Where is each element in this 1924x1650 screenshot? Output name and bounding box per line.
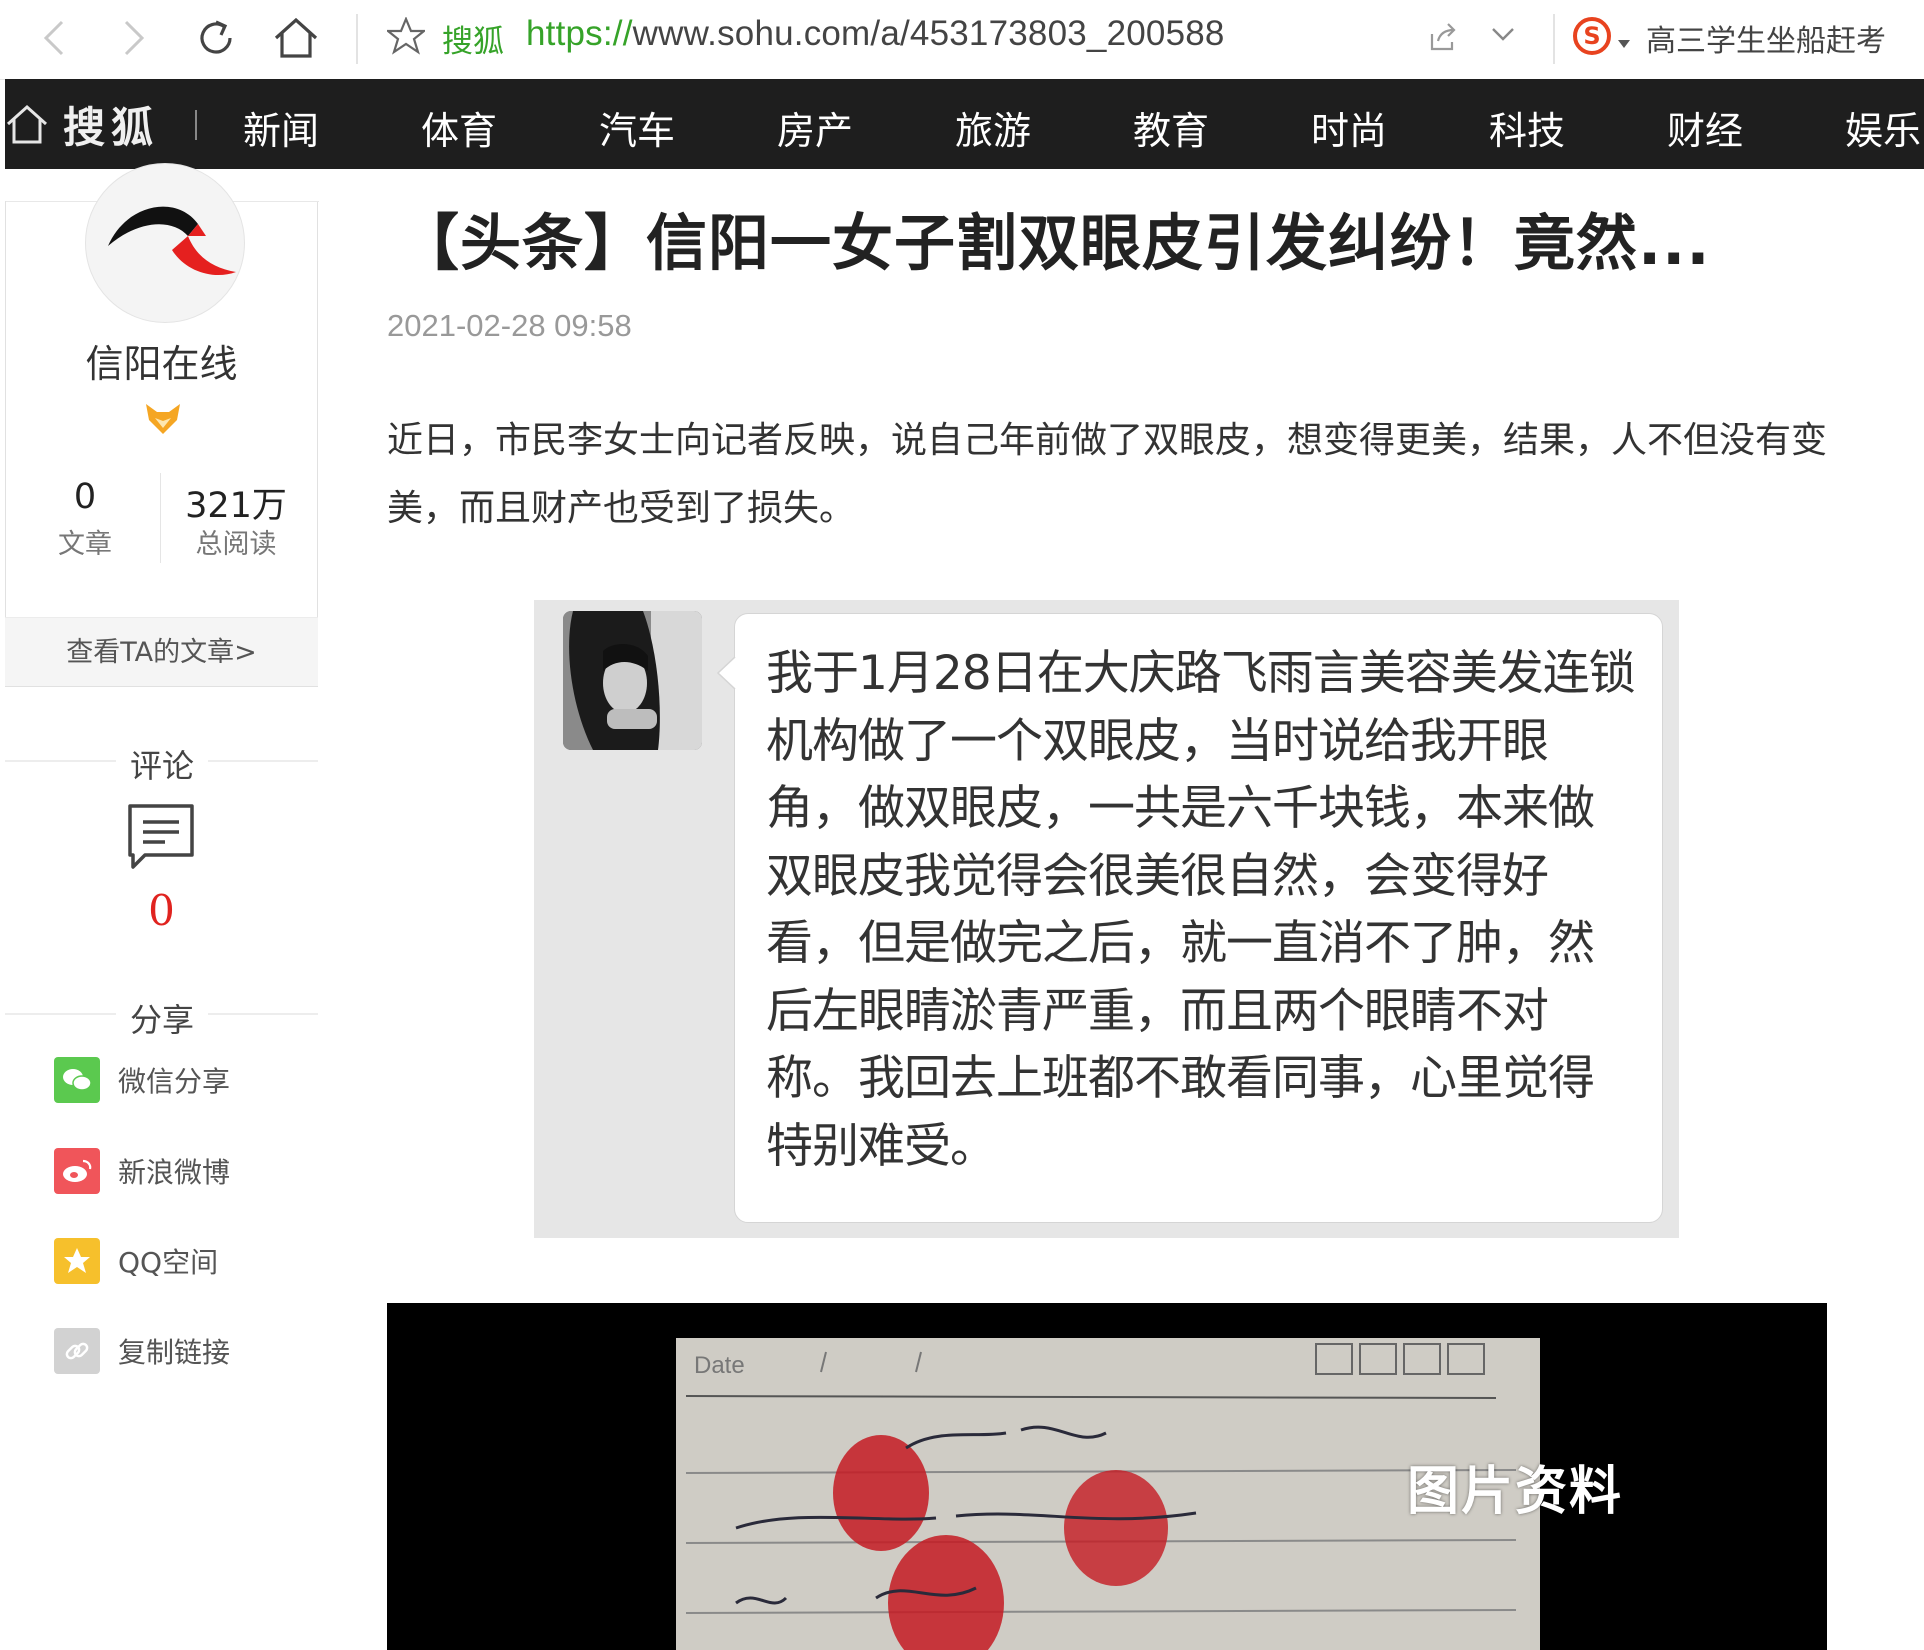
address-bar[interactable]: https://www.sohu.com/a/453173803_200588 <box>526 14 1225 54</box>
url-path: www.sohu.com/a/453173803_200588 <box>632 14 1225 53</box>
svg-text:S: S <box>1583 22 1600 50</box>
view-articles-link[interactable]: 查看TA的文章> <box>5 617 318 686</box>
share-qzone[interactable]: QQ空间 <box>54 1238 218 1284</box>
article-title: 【头条】信阳一女子割双眼皮引发纠纷！竟然... <box>398 208 1711 279</box>
nav-item-auto[interactable]: 汽车 <box>599 100 675 155</box>
photo-caption: 图片资料 <box>1407 1462 1624 1522</box>
logo-text: 搜狐 <box>63 102 160 152</box>
share-wechat[interactable]: 微信分享 <box>54 1057 230 1103</box>
nav-item-tech[interactable]: 科技 <box>1489 100 1565 155</box>
toolbar-separator <box>1553 14 1555 64</box>
nav-item-news[interactable]: 新闻 <box>243 100 319 155</box>
share-weibo-label: 新浪微博 <box>118 1156 231 1189</box>
reads-label: 总阅读 <box>195 529 277 560</box>
wechat-icon <box>54 1057 100 1103</box>
nav-item-fashion[interactable]: 时尚 <box>1311 100 1387 155</box>
back-icon[interactable] <box>22 6 86 70</box>
favorite-star-icon[interactable] <box>384 16 428 59</box>
nav-item-sports[interactable]: 体育 <box>421 100 497 155</box>
articles-count: 0 <box>73 477 97 517</box>
sogou-search-icon[interactable]: S <box>1572 16 1612 60</box>
agreement-photo: Date 图片资料 <box>387 1303 1827 1650</box>
nav-item-finance[interactable]: 财经 <box>1667 100 1743 155</box>
article-intro: 近日，市民李女士向记者反映，说自己年前做了双眼皮，想变得更美，结果，人不但没有变… <box>387 420 1828 529</box>
nav-item-entertainment[interactable]: 娱乐 <box>1845 100 1921 155</box>
chat-avatar-photo <box>563 611 702 750</box>
home-icon[interactable] <box>264 6 328 70</box>
reload-icon[interactable] <box>184 6 248 70</box>
search-query-text[interactable]: 高三学生坐船赶考 <box>1646 16 1886 60</box>
nav-item-travel[interactable]: 旅游 <box>955 100 1031 155</box>
logo-house-icon <box>6 104 48 144</box>
articles-label: 文章 <box>58 529 112 560</box>
share-copy-link-label: 复制链接 <box>118 1336 231 1369</box>
site-name-label: 搜狐 <box>442 24 504 60</box>
chat-message-text: 我于1月28日在大庆路飞雨言美容美发连锁机构做了一个双眼皮，当时说给我开眼角，做… <box>766 646 1636 1174</box>
reads-count: 321万 <box>185 486 287 526</box>
comments-title: 评论 <box>116 741 209 787</box>
nav-divider <box>195 110 197 140</box>
svg-text:Date: Date <box>694 1352 745 1379</box>
sohu-logo[interactable]: 搜狐 <box>5 96 159 152</box>
comment-count[interactable]: 0 <box>0 886 323 935</box>
fox-badge-icon <box>143 402 183 440</box>
weibo-icon <box>54 1148 100 1194</box>
site-nav-bar: 搜狐 新闻 体育 汽车 房产 旅游 教育 时尚 科技 财经 娱乐 <box>5 79 1924 169</box>
share-title: 分享 <box>116 995 209 1041</box>
link-icon <box>54 1328 100 1374</box>
share-page-icon[interactable] <box>1428 22 1458 56</box>
author-name[interactable]: 信阳在线 <box>0 333 323 388</box>
bubble-tail <box>716 656 736 693</box>
comment-icon[interactable] <box>127 803 195 875</box>
forward-icon[interactable] <box>102 6 166 70</box>
nav-item-education[interactable]: 教育 <box>1133 100 1209 155</box>
chevron-down-icon[interactable] <box>1491 26 1515 46</box>
url-protocol: https:// <box>526 14 633 53</box>
share-wechat-label: 微信分享 <box>118 1065 231 1098</box>
browser-toolbar: 搜狐 https://www.sohu.com/a/453173803_2005… <box>0 0 1924 80</box>
qzone-star-icon <box>54 1238 100 1284</box>
search-engine-caret-icon[interactable] <box>1617 34 1631 53</box>
avatar[interactable] <box>85 163 245 323</box>
toolbar-separator <box>356 14 358 64</box>
share-qzone-label: QQ空间 <box>118 1246 219 1279</box>
share-weibo[interactable]: 新浪微博 <box>54 1148 230 1194</box>
publish-time: 2021-02-28 09:58 <box>387 308 632 343</box>
share-copy-link[interactable]: 复制链接 <box>54 1328 230 1374</box>
nav-item-realestate[interactable]: 房产 <box>777 100 853 155</box>
